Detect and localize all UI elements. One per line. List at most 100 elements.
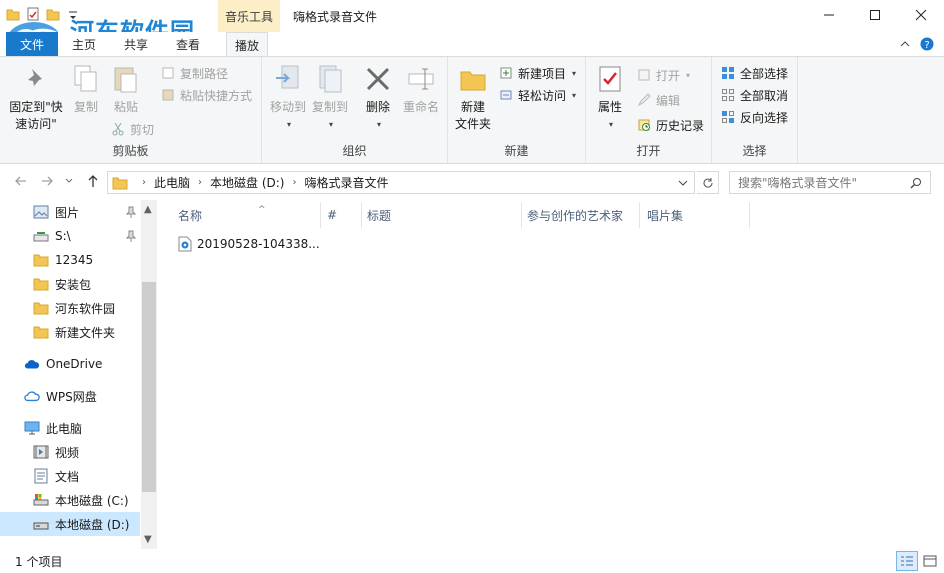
new-folder-label: 新建 文件夹 <box>454 100 491 131</box>
pin-icon[interactable] <box>126 230 136 242</box>
back-arrow-icon <box>15 176 26 186</box>
column-header-artist[interactable]: 参与创作的艺术家 <box>527 206 623 224</box>
nav-item-hedong[interactable]: 河东软件园 <box>0 296 140 320</box>
nav-item-s-drive[interactable]: S:\ <box>0 224 140 248</box>
address-history-icon[interactable] <box>678 179 688 187</box>
nav-item-this-pc[interactable]: 此电脑 <box>0 416 140 440</box>
audio-file-icon <box>178 236 192 252</box>
select-none-label: 全部取消 <box>740 88 789 103</box>
folder-icon <box>33 254 49 267</box>
back-button[interactable] <box>14 174 28 192</box>
new-folder-button[interactable]: 新建 文件夹 <box>454 63 492 133</box>
select-all-label: 全部选择 <box>740 66 789 81</box>
breadcrumb-current-folder[interactable]: 嗨格式录音文件 <box>304 174 388 191</box>
nav-item-installers[interactable]: 安装包 <box>0 272 140 296</box>
ribbon: 固定到"快速访问" 复制 粘贴 复制路径 粘贴快捷方式 剪切 剪贴板 移动到 ▾ <box>0 56 944 164</box>
new-folder-icon[interactable] <box>46 6 60 22</box>
new-item-label: 新建项目 <box>518 66 567 81</box>
customize-qa-icon[interactable] <box>66 6 80 22</box>
scroll-up-icon[interactable]: ▲ <box>144 204 152 215</box>
breadcrumb-this-pc[interactable]: 此电脑 <box>154 174 190 191</box>
paste-shortcut-button[interactable]: 粘贴快捷方式 <box>160 85 252 105</box>
select-all-icon <box>722 67 734 79</box>
copy-icon <box>74 65 97 92</box>
copy-label: 复制 <box>73 100 98 114</box>
move-to-button[interactable]: 移动到 ▾ <box>266 63 310 133</box>
large-icons-view-button[interactable] <box>919 551 941 571</box>
select-all-button[interactable]: 全部选择 <box>720 63 788 83</box>
history-button[interactable]: 历史记录 <box>636 115 704 135</box>
tab-home[interactable]: 主页 <box>72 36 96 53</box>
recent-locations-button[interactable] <box>64 174 74 192</box>
folder-icon <box>112 177 128 189</box>
details-view-button[interactable] <box>896 551 918 571</box>
delete-button[interactable]: 删除 ▾ <box>362 63 394 133</box>
pin-icon[interactable] <box>126 206 136 218</box>
nav-item-12345[interactable]: 12345 <box>0 248 140 272</box>
nav-item-drive-c[interactable]: 本地磁盘 (C:) <box>0 488 140 512</box>
tab-share[interactable]: 共享 <box>124 36 148 53</box>
scroll-down-icon[interactable]: ▼ <box>144 534 152 545</box>
minimize-button[interactable] <box>806 0 852 30</box>
new-item-button[interactable]: 新建项目 ▾ <box>498 63 576 83</box>
computer-icon <box>24 421 40 435</box>
edit-button[interactable]: 编辑 <box>636 90 680 110</box>
column-header-album[interactable]: 唱片集 <box>647 206 683 224</box>
breadcrumb-drive-d[interactable]: 本地磁盘 (D:) <box>210 174 284 191</box>
organize-group-label: 组织 <box>342 144 367 158</box>
nav-item-wps-cloud[interactable]: WPS网盘 <box>0 384 140 408</box>
copy-to-icon <box>319 65 342 93</box>
delete-label: 删除 <box>365 100 390 114</box>
search-input[interactable]: 搜索"嗨格式录音文件" <box>729 171 931 194</box>
nav-item-drive-d[interactable]: 本地磁盘 (D:) <box>0 512 140 536</box>
column-header-number[interactable]: # <box>327 206 337 224</box>
large-icons-view-icon <box>923 555 937 567</box>
up-button[interactable] <box>86 174 100 192</box>
cut-button[interactable]: 剪切 <box>110 119 154 139</box>
nav-item-pictures[interactable]: 图片 <box>0 200 140 224</box>
scrollbar-thumb[interactable] <box>142 282 156 492</box>
paste-shortcut-icon <box>162 89 174 101</box>
tab-file[interactable]: 文件 <box>6 32 58 56</box>
paste-button[interactable]: 粘贴 <box>110 63 142 116</box>
forward-button[interactable] <box>40 174 54 192</box>
nav-item-new-folder[interactable]: 新建文件夹 <box>0 320 140 344</box>
folder-icon[interactable] <box>6 6 20 22</box>
edit-label: 编辑 <box>656 93 681 108</box>
rename-button[interactable]: 重命名 <box>400 63 442 116</box>
refresh-button[interactable] <box>697 171 719 194</box>
open-button[interactable]: 打开 ▾ <box>636 65 690 85</box>
pin-label: 固定到"快速访问" <box>9 100 63 131</box>
pin-to-quick-access-button[interactable]: 固定到"快速访问" <box>6 63 66 133</box>
help-icon[interactable]: ? <box>920 37 934 51</box>
properties-button[interactable]: 属性 ▾ <box>594 63 626 133</box>
open-label: 打开 <box>656 68 681 83</box>
easy-access-button[interactable]: 轻松访问 ▾ <box>498 85 576 105</box>
select-none-button[interactable]: 全部取消 <box>720 85 788 105</box>
collapse-ribbon-icon[interactable] <box>900 40 910 48</box>
invert-selection-button[interactable]: 反向选择 <box>720 107 788 127</box>
tab-play[interactable]: 播放 <box>226 32 269 57</box>
easy-access-label: 轻松访问 <box>518 88 567 103</box>
address-bar[interactable]: › 此电脑 › 本地磁盘 (D:) › 嗨格式录音文件 <box>107 171 695 194</box>
folder-icon <box>33 302 49 315</box>
wps-cloud-icon <box>24 391 40 402</box>
close-button[interactable] <box>898 0 944 30</box>
nav-item-documents[interactable]: 文档 <box>0 464 140 488</box>
nav-scrollbar[interactable]: ▲ ▼ <box>141 200 157 549</box>
copy-path-button[interactable]: 复制路径 <box>160 63 228 83</box>
copy-to-button[interactable]: 复制到 ▾ <box>308 63 352 133</box>
nav-item-label: 河东软件园 <box>55 301 116 316</box>
navigation-pane: 图片 S:\ 12345 安装包 河东软件园 新建文件夹 OneDrive WP… <box>0 200 157 549</box>
column-header-title[interactable]: 标题 <box>367 206 391 224</box>
pin-icon <box>27 69 42 87</box>
column-header-name[interactable]: 名称 ^ <box>178 205 266 224</box>
item-count: 1 个项目 <box>15 555 63 569</box>
tab-view[interactable]: 查看 <box>176 36 200 53</box>
maximize-button[interactable] <box>852 0 898 30</box>
copy-button[interactable]: 复制 <box>70 63 102 116</box>
nav-item-onedrive[interactable]: OneDrive <box>0 352 140 376</box>
properties-icon[interactable] <box>26 6 40 22</box>
table-row[interactable]: 20190528-104338... <box>178 234 320 254</box>
nav-item-videos[interactable]: 视频 <box>0 440 140 464</box>
